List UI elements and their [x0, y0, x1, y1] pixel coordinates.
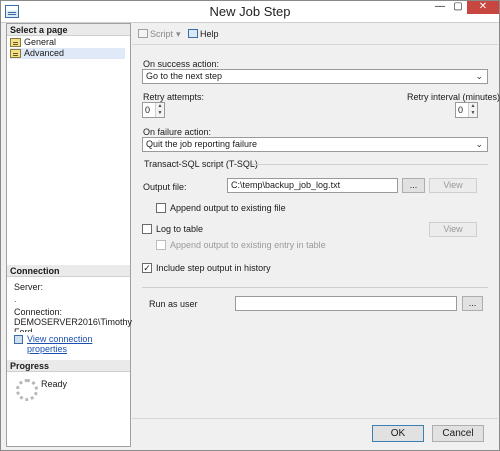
- window-title: New Job Step: [209, 4, 291, 19]
- connection-header: Connection: [7, 265, 130, 277]
- ok-button[interactable]: OK: [372, 425, 424, 442]
- page-icon: [10, 38, 21, 47]
- sidebar: Select a page General Advanced Connectio…: [6, 23, 133, 447]
- script-icon: [138, 29, 148, 38]
- close-button[interactable]: ✕: [467, 1, 499, 14]
- run-as-user-label: Run as user: [149, 299, 198, 309]
- output-file-browse-button[interactable]: ...: [402, 178, 425, 193]
- tsql-group-label: Transact-SQL script (T-SQL): [144, 159, 258, 169]
- log-to-table-checkbox[interactable]: [142, 224, 152, 234]
- on-success-label: On success action:: [143, 59, 220, 69]
- connection-properties-icon: [14, 335, 23, 344]
- title-bar: New Job Step — ▢ ✕: [1, 1, 499, 23]
- help-icon: [188, 29, 198, 38]
- on-failure-label: On failure action:: [143, 127, 212, 137]
- view-table-button[interactable]: View: [429, 222, 477, 237]
- select-page-header: Select a page: [7, 24, 130, 36]
- log-to-table-label: Log to table: [156, 224, 204, 234]
- retry-interval-stepper[interactable]: 0 ▲ ▼: [455, 102, 478, 118]
- append-output-checkbox[interactable]: [156, 203, 166, 213]
- append-output-label: Append output to existing file: [170, 203, 286, 213]
- progress-header: Progress: [7, 360, 130, 372]
- script-button[interactable]: Script: [138, 28, 173, 40]
- include-history-checkbox[interactable]: ✓: [142, 263, 152, 273]
- toolbar: Script ▾ Help: [132, 23, 498, 45]
- include-history-label: Include step output in history: [156, 263, 271, 273]
- view-connection-properties-link[interactable]: View connection properties: [27, 334, 130, 354]
- script-label: Script: [150, 29, 174, 39]
- connection-value: DEMOSERVER2016\Timothy: [14, 317, 133, 327]
- progress-spinner-icon: [16, 379, 38, 401]
- sidebar-item-advanced[interactable]: Advanced: [10, 48, 125, 59]
- group-divider: [252, 164, 488, 165]
- sidebar-item-label: General: [24, 37, 57, 47]
- server-label: Server:: [14, 282, 44, 292]
- server-value: .: [14, 294, 17, 304]
- on-failure-select[interactable]: Quit the job reporting failure ⌄: [142, 137, 488, 152]
- retry-interval-label: Retry interval (minutes):: [407, 92, 500, 102]
- view-file-button[interactable]: View: [429, 178, 477, 193]
- maximize-button[interactable]: ▢: [449, 1, 467, 14]
- output-file-label: Output file:: [143, 182, 187, 192]
- connection-value-overflow: Ford: [14, 327, 33, 332]
- connection-label: Connection:: [14, 307, 63, 317]
- on-success-value: Go to the next step: [146, 71, 223, 81]
- cancel-button[interactable]: Cancel: [432, 425, 484, 442]
- help-label: Help: [200, 29, 219, 39]
- append-table-label: Append output to existing entry in table: [170, 240, 326, 250]
- dialog-window: New Job Step — ▢ ✕ Select a page General…: [0, 0, 500, 451]
- script-dropdown-icon[interactable]: ▾: [176, 28, 181, 40]
- progress-status: Ready: [41, 379, 68, 389]
- retry-interval-value: 0: [458, 105, 464, 115]
- chevron-down-icon: ⌄: [475, 71, 483, 81]
- sidebar-item-general[interactable]: General: [10, 37, 56, 48]
- stepper-arrows-icon[interactable]: ▲ ▼: [468, 103, 477, 117]
- on-success-select[interactable]: Go to the next step ⌄: [142, 69, 488, 84]
- dialog-footer: OK Cancel: [132, 418, 498, 447]
- minimize-button[interactable]: —: [431, 1, 449, 14]
- run-as-user-input[interactable]: [235, 296, 457, 311]
- retry-attempts-value: 0: [145, 105, 151, 115]
- retry-attempts-label: Retry attempts:: [143, 92, 205, 102]
- on-failure-value: Quit the job reporting failure: [146, 139, 258, 149]
- section-divider: [142, 287, 488, 288]
- help-button[interactable]: Help: [188, 28, 219, 40]
- chevron-down-icon: ⌄: [475, 139, 483, 149]
- run-as-user-browse-button[interactable]: ...: [462, 296, 483, 311]
- sidebar-item-label: Advanced: [24, 48, 65, 58]
- output-file-input[interactable]: C:\temp\backup_job_log.txt: [227, 178, 398, 193]
- append-table-checkbox[interactable]: [156, 240, 166, 250]
- page-icon: [10, 49, 21, 58]
- retry-attempts-stepper[interactable]: 0 ▲ ▼: [142, 102, 165, 118]
- main-panel: Script ▾ Help On success action: Go to t…: [132, 23, 500, 418]
- stepper-arrows-icon[interactable]: ▲ ▼: [155, 103, 164, 117]
